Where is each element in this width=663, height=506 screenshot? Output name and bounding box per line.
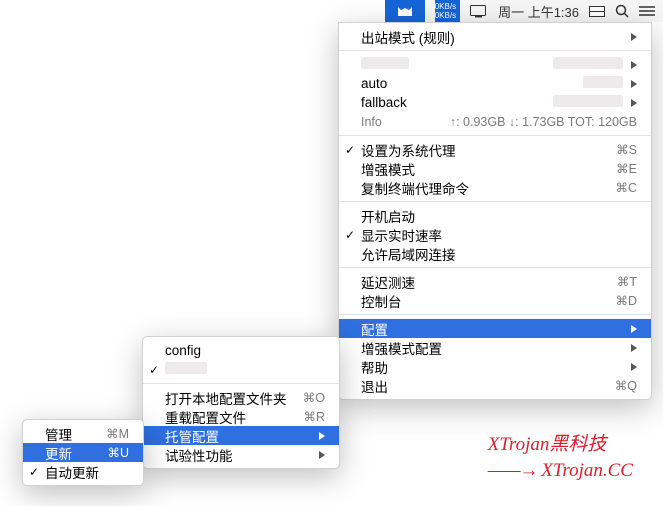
- config-submenu: config 打开本地配置文件夹 ⌘O 重载配置文件 ⌘R 托管配置 试验性功能: [142, 336, 340, 469]
- chevron-right-icon: [631, 80, 637, 88]
- shortcut-text: ⌘M: [106, 426, 129, 441]
- chevron-right-icon: [631, 61, 637, 69]
- menu-enhance-mode[interactable]: 增强模式 ⌘E: [339, 159, 651, 178]
- menu-config-item-active[interactable]: [143, 360, 339, 379]
- redacted-text: [553, 57, 623, 69]
- menu-label: config: [165, 343, 325, 358]
- shortcut-text: ⌘T: [617, 274, 637, 289]
- menu-label: 出站模式 (规则): [361, 27, 623, 47]
- shortcut-text: ⌘S: [616, 142, 637, 157]
- clash-tray-icon[interactable]: [385, 0, 425, 22]
- menu-label: 帮助: [361, 357, 623, 377]
- menu-latency[interactable]: 延迟测速 ⌘T: [339, 272, 651, 291]
- redacted-text: [361, 57, 409, 69]
- menu-separator: [339, 201, 651, 202]
- shortcut-text: ⌘U: [107, 445, 129, 460]
- menu-label: 重载配置文件: [165, 407, 303, 427]
- watermark-line2: XTrojan.CC: [541, 460, 633, 481]
- display-icon[interactable]: [470, 5, 488, 18]
- redacted-text: [583, 76, 623, 88]
- spotlight-icon[interactable]: [615, 4, 629, 18]
- menu-manage[interactable]: 管理 ⌘M: [23, 424, 143, 443]
- redacted-text: [165, 362, 207, 374]
- shortcut-text: ⌘Q: [615, 378, 637, 393]
- menu-label: 设置为系统代理: [361, 140, 616, 160]
- menu-label: 托管配置: [165, 426, 311, 446]
- menu-separator: [143, 383, 339, 384]
- shortcut-text: ⌘E: [616, 161, 637, 176]
- rate-up-label: 0KB/s: [435, 2, 456, 11]
- chevron-right-icon: [631, 325, 637, 333]
- menu-separator: [339, 50, 651, 51]
- network-rate: 0KB/s 0KB/s: [435, 0, 460, 22]
- menu-auto-update[interactable]: 自动更新: [23, 462, 143, 481]
- menu-info: Info ↑: 0.93GB ↓: 1.73GB TOT: 120GB: [339, 112, 651, 131]
- redacted-text: [553, 95, 623, 107]
- menu-config-item[interactable]: config: [143, 341, 339, 360]
- menu-managed-config[interactable]: 托管配置: [143, 426, 339, 445]
- menu-quit[interactable]: 退出 ⌘Q: [339, 376, 651, 395]
- menu-label: 退出: [361, 376, 615, 396]
- menu-experimental[interactable]: 试验性功能: [143, 445, 339, 464]
- menu-config[interactable]: 配置: [339, 319, 651, 338]
- menu-label: 增强模式: [361, 159, 616, 179]
- shortcut-text: ⌘D: [615, 293, 637, 308]
- menu-help[interactable]: 帮助: [339, 357, 651, 376]
- managed-config-submenu: 管理 ⌘M 更新 ⌘U 自动更新: [22, 419, 144, 486]
- menu-label: 管理: [45, 424, 106, 444]
- chevron-right-icon: [631, 33, 637, 41]
- chevron-right-icon: [631, 363, 637, 371]
- menu-label: 允许局域网连接: [361, 244, 637, 264]
- chevron-right-icon: [631, 99, 637, 107]
- menu-reload-config[interactable]: 重载配置文件 ⌘R: [143, 407, 339, 426]
- menu-label: 试验性功能: [165, 445, 311, 465]
- menu-realtime[interactable]: 显示实时速率: [339, 225, 651, 244]
- menu-label: 打开本地配置文件夹: [165, 388, 303, 408]
- menu-proxy-group-1[interactable]: [339, 55, 651, 74]
- menu-label: auto: [361, 76, 583, 91]
- menu-label: 延迟测速: [361, 272, 617, 292]
- menu-proxy-auto[interactable]: auto: [339, 74, 651, 93]
- menu-lan[interactable]: 允许局域网连接: [339, 244, 651, 263]
- menu-update[interactable]: 更新 ⌘U: [23, 443, 143, 462]
- menu-outbound-mode[interactable]: 出站模式 (规则): [339, 27, 651, 46]
- chevron-right-icon: [319, 432, 325, 440]
- menu-label: 更新: [45, 443, 107, 463]
- rate-down-label: 0KB/s: [435, 11, 456, 20]
- menu-system-proxy[interactable]: 设置为系统代理 ⌘S: [339, 140, 651, 159]
- menu-label: 显示实时速率: [361, 225, 637, 245]
- menu-open-config-folder[interactable]: 打开本地配置文件夹 ⌘O: [143, 388, 339, 407]
- traffic-text: ↑: 0.93GB ↓: 1.73GB TOT: 120GB: [450, 115, 637, 129]
- menu-label: 控制台: [361, 291, 615, 311]
- menu-proxy-fallback[interactable]: fallback: [339, 93, 651, 112]
- menu-copy-cmd[interactable]: 复制终端代理命令 ⌘C: [339, 178, 651, 197]
- menu-separator: [339, 135, 651, 136]
- menu-label: 复制终端代理命令: [361, 178, 615, 198]
- menu-enh-config[interactable]: 增强模式配置: [339, 338, 651, 357]
- menu-label: 配置: [361, 319, 623, 339]
- clock[interactable]: 周一 上午1:36: [498, 2, 579, 21]
- menu-label: 开机启动: [361, 206, 637, 226]
- shortcut-text: ⌘C: [615, 180, 637, 195]
- chevron-right-icon: [631, 344, 637, 352]
- menu-separator: [339, 267, 651, 268]
- menu-label: fallback: [361, 95, 553, 110]
- input-source-icon[interactable]: [589, 6, 605, 17]
- menu-separator: [339, 314, 651, 315]
- menu-label: 增强模式配置: [361, 338, 623, 358]
- shortcut-text: ⌘R: [303, 409, 325, 424]
- shortcut-text: ⌘O: [303, 390, 325, 405]
- control-center-icon[interactable]: [639, 5, 655, 17]
- macos-menubar: 0KB/s 0KB/s 周一 上午1:36: [385, 0, 663, 22]
- tray-main-menu: 出站模式 (规则) auto fallback Info ↑: 0.93GB ↓…: [338, 22, 652, 400]
- cat-icon: [396, 3, 414, 19]
- menu-label: Info: [361, 115, 450, 129]
- watermark-line1: XTrojan黑科技: [488, 432, 633, 458]
- menu-console[interactable]: 控制台 ⌘D: [339, 291, 651, 310]
- menu-label: 自动更新: [45, 462, 129, 482]
- menu-startup[interactable]: 开机启动: [339, 206, 651, 225]
- chevron-right-icon: [319, 451, 325, 459]
- watermark: XTrojan黑科技 ——→ XTrojan.CC: [488, 432, 633, 484]
- arrow-right-icon: ——→: [488, 460, 542, 481]
